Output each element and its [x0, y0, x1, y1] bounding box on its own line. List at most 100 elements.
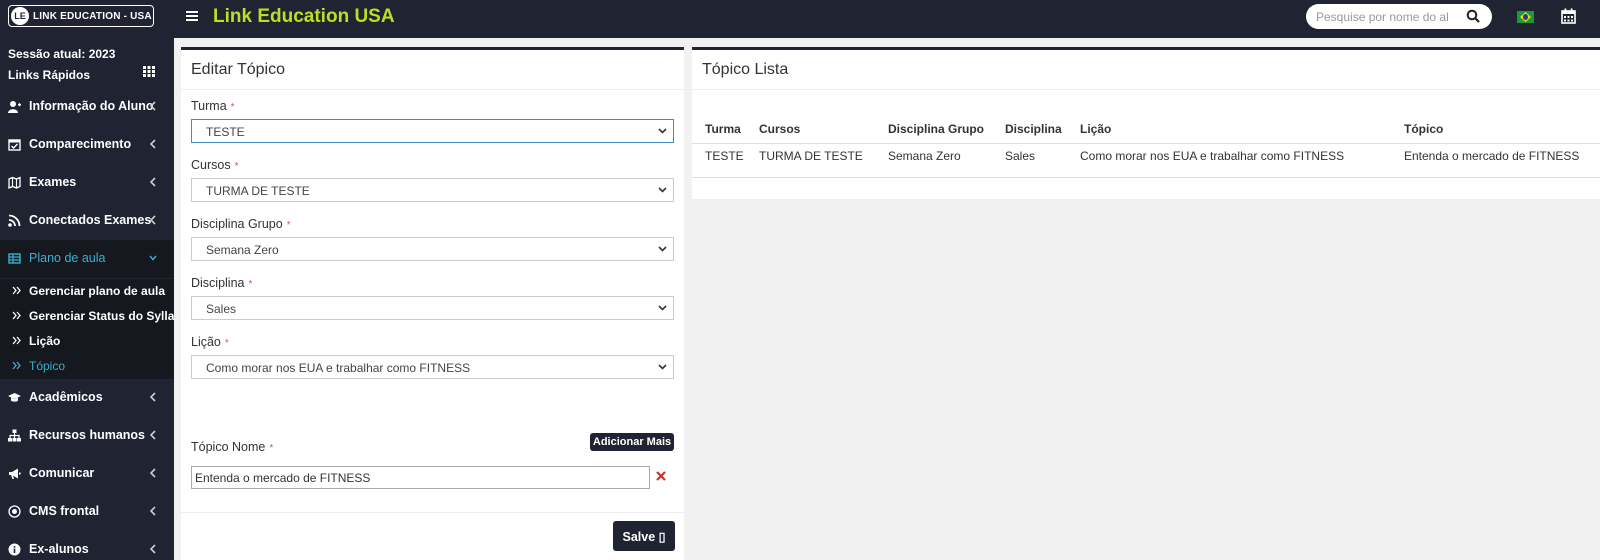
calendar-icon[interactable] — [1561, 8, 1576, 24]
chevron-down-icon — [658, 128, 667, 134]
bullhorn-icon — [9, 468, 21, 479]
table-cell: TESTE — [705, 149, 744, 163]
column-header-courses[interactable]: Cursos — [759, 122, 800, 136]
subject-label: Disciplina * — [191, 276, 253, 290]
chevron-down-icon — [658, 364, 667, 370]
chevron-left-icon — [149, 468, 156, 478]
chevron-left-icon — [149, 139, 156, 149]
sidebar-item-label: Informação do Aluno — [29, 99, 154, 113]
topic-name-input[interactable] — [191, 466, 650, 489]
panel-title: Tópico Lista — [702, 61, 789, 78]
divider — [692, 89, 1600, 90]
sidebar-item-online-exams[interactable]: Conectados Exames — [0, 202, 174, 240]
graduation-cap-icon — [8, 393, 21, 402]
submenu-item-lesson[interactable]: Lição — [0, 329, 174, 355]
column-header-lesson[interactable]: Lição — [1080, 122, 1111, 136]
chevron-down-icon — [658, 246, 667, 252]
search-icon[interactable] — [1466, 9, 1480, 23]
sidebar: Sessão atual: 2023 Links Rápidos Informa… — [0, 38, 174, 560]
subject-group-select[interactable]: Semana Zero — [191, 237, 674, 261]
chevron-left-icon — [149, 506, 156, 516]
sidebar-item-front-cms[interactable]: CMS frontal — [0, 493, 174, 531]
brand-logo[interactable]: LE LINK EDUCATION - USA — [8, 5, 154, 27]
divider — [692, 143, 1600, 144]
grid-icon[interactable] — [143, 66, 155, 77]
sidebar-item-label: Conectados Exames — [29, 213, 152, 227]
lesson-plan-submenu: Gerenciar plano de aula Gerenciar Status… — [0, 279, 174, 379]
select-value: TESTE — [206, 125, 245, 139]
table-icon — [8, 253, 21, 264]
chevron-left-icon — [149, 177, 156, 187]
divider — [181, 512, 684, 513]
sidebar-item-exams[interactable]: Exames — [0, 164, 174, 202]
required-marker: * — [248, 279, 253, 290]
column-header-class[interactable]: Turma — [705, 122, 741, 136]
rss-icon — [8, 214, 21, 227]
required-marker: * — [230, 102, 235, 113]
topic-list-panel: Tópico Lista Turma Cursos Disciplina Gru… — [692, 47, 1600, 199]
sidebar-item-communicate[interactable]: Comunicar — [0, 455, 174, 493]
column-header-subject[interactable]: Disciplina — [1005, 122, 1062, 136]
divider — [692, 177, 1600, 178]
divider — [181, 89, 684, 90]
column-header-topic[interactable]: Tópico — [1404, 122, 1443, 136]
chevron-left-icon — [149, 215, 156, 225]
submenu-item-label: Tópico — [29, 359, 66, 373]
submenu-item-label: Gerenciar Status do Syllabus — [29, 309, 174, 323]
table-cell: Entenda o mercado de FITNESS — [1404, 149, 1580, 163]
subject-select[interactable]: Sales — [191, 296, 674, 320]
courses-select[interactable]: TURMA DE TESTE — [191, 178, 674, 202]
select-value: Como morar nos EUA e trabalhar como FITN… — [206, 361, 471, 375]
search-input[interactable] — [1316, 8, 1456, 25]
topic-name-label: Tópico Nome * — [191, 440, 274, 454]
submenu-item-syllabus-status[interactable]: Gerenciar Status do Syllabus — [0, 304, 174, 330]
select-value: TURMA DE TESTE — [206, 184, 310, 198]
subject-group-label: Disciplina Grupo * — [191, 217, 291, 231]
table-cell: TURMA DE TESTE — [759, 149, 863, 163]
chevron-left-icon — [149, 430, 156, 440]
table-cell: Como morar nos EUA e trabalhar como FITN… — [1080, 149, 1345, 163]
double-chevron-right-icon — [12, 361, 21, 370]
sidebar-item-alumni[interactable]: Ex-alunos — [0, 531, 174, 560]
logo-text: LINK EDUCATION - USA — [33, 10, 152, 22]
calendar-check-icon — [8, 139, 21, 151]
sidebar-item-label: Comunicar — [29, 466, 95, 480]
globe-icon — [8, 505, 21, 518]
double-chevron-right-icon — [12, 286, 21, 295]
sidebar-item-academics[interactable]: Acadêmicos — [0, 379, 174, 417]
panel-title: Editar Tópico — [191, 61, 285, 78]
sidebar-item-lesson-plan[interactable]: Plano de aula — [0, 240, 174, 278]
sitemap-icon — [8, 429, 21, 442]
chevron-left-icon — [149, 392, 156, 402]
submenu-item-label: Gerenciar plano de aula — [29, 284, 166, 298]
chevron-down-icon — [149, 255, 157, 261]
sidebar-item-student-info[interactable]: Informação do Aluno — [0, 88, 174, 126]
double-chevron-right-icon — [12, 336, 21, 345]
sidebar-item-label: Exames — [29, 175, 77, 189]
lesson-select[interactable]: Como morar nos EUA e trabalhar como FITN… — [191, 355, 674, 379]
required-marker: * — [224, 338, 229, 349]
class-select[interactable]: TESTE — [191, 119, 674, 143]
required-marker: * — [286, 220, 291, 231]
column-header-subject-group[interactable]: Disciplina Grupo — [888, 122, 984, 136]
required-marker: * — [269, 443, 274, 454]
sidebar-item-label: Comparecimento — [29, 137, 132, 151]
sidebar-item-attendance[interactable]: Comparecimento — [0, 126, 174, 164]
quick-links-label: Links Rápidos — [8, 68, 91, 82]
submenu-item-manage-lesson-plan[interactable]: Gerenciar plano de aula — [0, 279, 174, 305]
edit-topic-panel: Editar Tópico Turma * TESTE Cursos * TURMA… — [181, 47, 684, 560]
sidebar-item-label: Recursos humanos — [29, 428, 146, 442]
brazil-flag-icon[interactable] — [1517, 11, 1534, 23]
menu-toggle-icon[interactable] — [186, 11, 198, 21]
sidebar-item-human-resources[interactable]: Recursos humanos — [0, 417, 174, 455]
lesson-label: Lição * — [191, 335, 229, 349]
remove-icon[interactable] — [655, 470, 667, 482]
sidebar-item-label: Acadêmicos — [29, 390, 103, 404]
save-button[interactable]: Salve ▯ — [613, 521, 675, 551]
add-more-button[interactable]: Adicionar Mais — [590, 433, 674, 451]
submenu-item-topic[interactable]: Tópico — [0, 354, 174, 380]
sidebar-item-label: Plano de aula — [29, 251, 106, 265]
class-label: Turma * — [191, 99, 235, 113]
select-value: Sales — [206, 302, 237, 316]
sidebar-item-label: Ex-alunos — [29, 542, 89, 556]
